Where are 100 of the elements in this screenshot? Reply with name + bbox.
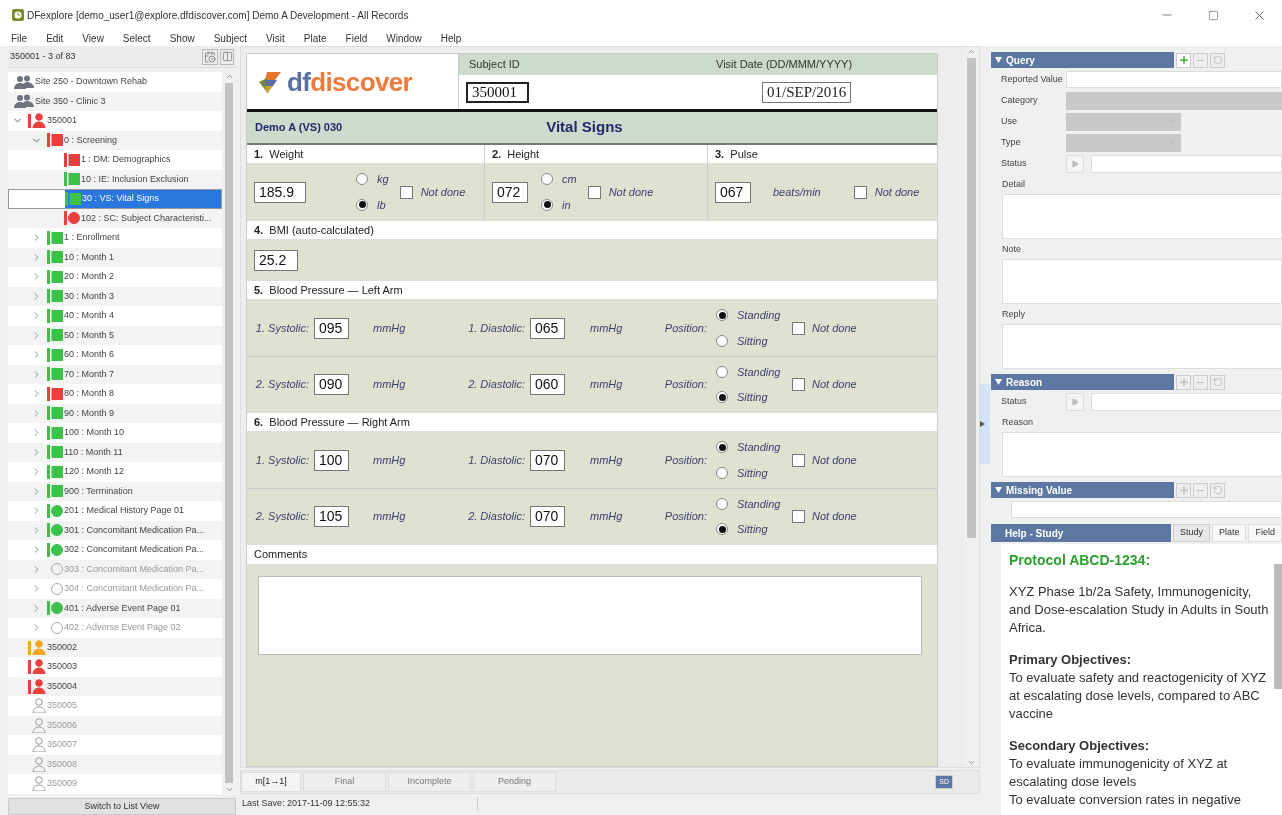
help-tab[interactable]: Plate [1211, 524, 1247, 542]
reset-button[interactable] [1210, 482, 1225, 498]
remove-button[interactable] [1193, 374, 1208, 390]
text-field[interactable] [1066, 71, 1282, 88]
checkbox[interactable] [399, 185, 413, 199]
reset-button[interactable] [1210, 52, 1225, 68]
remove-button[interactable] [1193, 52, 1208, 68]
checkbox[interactable] [792, 510, 805, 523]
switch-to-list-view-button[interactable]: Switch to List View [8, 798, 236, 815]
tree-item[interactable]: 10 : Month 1 [47, 247, 222, 267]
checkbox[interactable] [792, 378, 805, 391]
value-field[interactable]: 25.2 [254, 249, 298, 271]
scroll-down-icon[interactable] [224, 785, 234, 794]
menu-item[interactable]: Window [386, 30, 422, 46]
radio-button[interactable] [716, 365, 728, 378]
menu-item[interactable]: Edit [46, 30, 64, 46]
comments-field[interactable] [258, 576, 922, 655]
tree-item[interactable]: 301 : Concomitant Medication Pa... [47, 520, 222, 540]
expand-arrow-icon[interactable] [980, 421, 985, 427]
value-field[interactable]: 072 [492, 181, 528, 203]
radio-button[interactable] [356, 198, 368, 211]
menu-item[interactable]: View [82, 30, 104, 46]
dropdown-field[interactable] [1066, 112, 1181, 131]
tree-item[interactable]: 50 : Month 5 [47, 325, 222, 345]
radio-button[interactable] [716, 497, 728, 510]
text-area[interactable] [1002, 194, 1282, 239]
value-field[interactable]: 070 [530, 449, 565, 471]
tree-item[interactable]: 900 : Termination [47, 481, 222, 501]
tree-item[interactable]: 350004 [28, 676, 222, 696]
value-field[interactable]: 100 [314, 449, 349, 471]
play-button[interactable] [1066, 393, 1084, 411]
value-field[interactable]: 350001 [466, 81, 529, 103]
menu-item[interactable]: Field [345, 30, 368, 46]
text-field[interactable] [1091, 393, 1282, 411]
value-field[interactable]: 01/SEP/2016 [762, 81, 852, 103]
text-area[interactable] [1002, 432, 1282, 477]
status-button[interactable]: m[1→1] [241, 772, 301, 792]
tree-item[interactable]: 0 : Screening [47, 130, 222, 150]
menu-item[interactable]: Plate [303, 30, 327, 46]
scroll-up-icon[interactable] [224, 72, 234, 81]
radio-button[interactable] [716, 334, 728, 347]
radio-button[interactable] [716, 466, 728, 479]
radio-button[interactable] [541, 198, 553, 211]
checkbox[interactable] [792, 453, 805, 467]
tree-item[interactable]: 90 : Month 9 [47, 403, 222, 423]
remove-button[interactable] [1193, 482, 1208, 498]
menu-item[interactable]: Subject [213, 30, 248, 46]
columns-button[interactable] [220, 48, 234, 65]
checkbox[interactable] [853, 185, 867, 199]
radio-button[interactable] [716, 441, 728, 454]
reset-button[interactable] [1210, 374, 1225, 390]
panel-header[interactable]: Reason [991, 374, 1174, 390]
value-field[interactable]: 185.9 [254, 181, 306, 203]
play-button[interactable] [1066, 155, 1084, 173]
menu-item[interactable]: Show [169, 30, 195, 46]
text-field[interactable] [1091, 155, 1282, 173]
tree-item[interactable]: 110 : Month 11 [47, 442, 222, 462]
dropdown-field[interactable] [1066, 91, 1282, 110]
tree-item[interactable]: Site 350 - Clinic 3 [14, 91, 222, 111]
checkbox[interactable] [792, 321, 805, 335]
add-button[interactable] [1176, 482, 1191, 498]
add-button[interactable] [1176, 52, 1191, 68]
chevron-right-icon[interactable] [31, 251, 42, 263]
tree-item[interactable]: 350002 [28, 637, 222, 657]
radio-button[interactable] [716, 391, 728, 404]
panel-header[interactable]: Missing Value [991, 482, 1174, 498]
text-field[interactable] [1011, 501, 1282, 518]
value-field[interactable]: 067 [715, 181, 751, 203]
value-field[interactable]: 070 [530, 506, 565, 527]
help-tab[interactable]: Field [1248, 524, 1282, 542]
scroll-down-icon[interactable] [967, 758, 976, 767]
value-field[interactable]: 105 [314, 506, 349, 527]
radio-button[interactable] [716, 309, 728, 322]
menu-item[interactable]: Help [440, 30, 462, 46]
tree-item[interactable]: 401 : Adverse Event Page 01 [47, 598, 222, 618]
scrollbar[interactable] [964, 47, 979, 767]
radio-button[interactable] [356, 173, 368, 186]
menu-item[interactable]: Select [122, 30, 151, 46]
value-field[interactable]: 060 [530, 374, 565, 395]
checkbox[interactable] [587, 185, 601, 199]
tree-item[interactable]: 102 : SC: Subject Characteristi... [64, 208, 222, 228]
value-field[interactable]: 065 [530, 317, 565, 339]
tree-item[interactable]: 70 : Month 7 [47, 364, 222, 384]
panel-header[interactable]: Query [991, 52, 1174, 68]
tree-item[interactable]: 30 : Month 3 [47, 286, 222, 306]
help-tab[interactable]: Study [1172, 524, 1210, 542]
menu-item[interactable]: File [11, 30, 28, 46]
menu-item[interactable]: Visit [266, 30, 285, 46]
scroll-up-icon[interactable] [967, 47, 976, 56]
radio-button[interactable] [716, 523, 728, 536]
calendar-button[interactable] [202, 48, 218, 65]
add-button[interactable] [1176, 374, 1191, 390]
radio-button[interactable] [541, 173, 553, 186]
tree-item[interactable]: 30 : VS: Vital Signs [65, 190, 221, 208]
tree-item[interactable]: 10 : IE: Inclusion Exclusion [64, 169, 222, 189]
value-field[interactable]: 090 [314, 374, 349, 395]
text-area[interactable] [1002, 259, 1282, 304]
text-area[interactable] [1002, 324, 1282, 369]
value-field[interactable]: 095 [314, 317, 349, 339]
dropdown-field[interactable] [1066, 133, 1181, 152]
